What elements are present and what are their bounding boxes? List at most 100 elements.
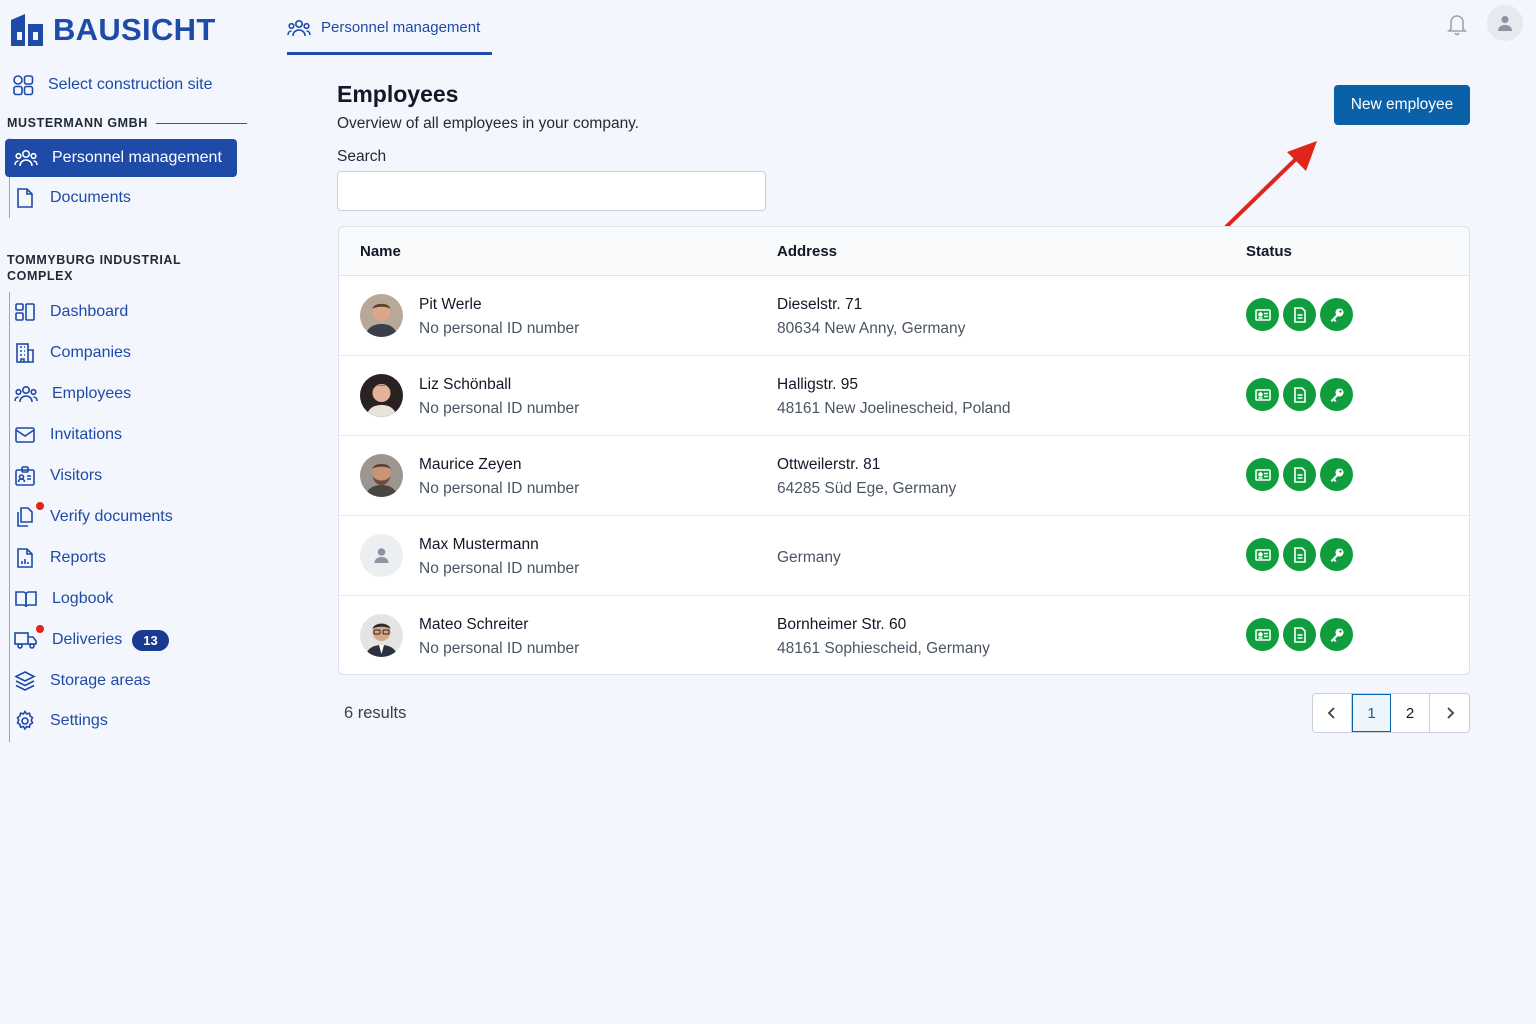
employee-id-text: No personal ID number: [419, 640, 580, 657]
users-icon: [14, 385, 38, 403]
person-photo: [360, 294, 403, 337]
address-line-2: 64285 Süd Ege, Germany: [777, 480, 957, 497]
tab-personnel-management[interactable]: Personnel management: [287, 14, 492, 55]
sidebar-item-personnel-management[interactable]: Personnel management: [5, 139, 237, 177]
sidebar-item-label: Storage areas: [50, 672, 151, 689]
document-status[interactable]: [1283, 298, 1316, 331]
bell-icon: [1447, 15, 1467, 36]
employee-avatar: [360, 454, 403, 497]
address-line-2: 80634 New Anny, Germany: [777, 320, 966, 337]
notification-dot: [36, 625, 44, 633]
dashboard-icon: [15, 303, 35, 321]
sidebar-item-companies[interactable]: Companies: [5, 334, 237, 372]
sidebar-item-settings[interactable]: Settings: [5, 702, 237, 740]
document-icon: [1293, 466, 1306, 483]
id-card-status[interactable]: [1246, 538, 1279, 571]
table-row[interactable]: Mateo Schreiter No personal ID number Bo…: [339, 596, 1469, 674]
key-icon: [1330, 308, 1343, 322]
sidebar-item-documents[interactable]: Documents: [5, 179, 237, 217]
key-status[interactable]: [1320, 378, 1353, 411]
id-card-icon: [1254, 468, 1271, 481]
employee-name[interactable]: Pit Werle: [419, 296, 482, 314]
status-icons: [1246, 298, 1353, 331]
documents-copy-icon: [17, 507, 33, 527]
table-row[interactable]: Maurice Zeyen No personal ID number Ottw…: [339, 436, 1469, 516]
id-card-icon: [1254, 308, 1271, 321]
address-line-1: Halligstr. 95: [777, 376, 858, 393]
sidebar-item-employees[interactable]: Employees: [5, 375, 237, 413]
key-status[interactable]: [1320, 538, 1353, 571]
document-status[interactable]: [1283, 458, 1316, 491]
company-heading: MUSTERMANN GMBH: [7, 115, 247, 131]
address-line-2: 48161 New Joelinescheid, Poland: [777, 400, 1011, 417]
users-icon: [287, 19, 311, 37]
select-construction-site-link[interactable]: Select construction site: [12, 74, 213, 96]
visitor-badge-icon: [15, 466, 35, 486]
previous-page-button[interactable]: [1313, 694, 1352, 732]
sidebar-item-label: Verify documents: [50, 508, 173, 525]
employee-avatar: [360, 614, 403, 657]
document-icon: [17, 188, 33, 208]
document-icon: [1293, 386, 1306, 403]
sidebar: BAUSICHT Select construction site MUSTER…: [0, 0, 260, 1024]
key-status[interactable]: [1320, 298, 1353, 331]
employee-name[interactable]: Max Mustermann: [419, 536, 539, 554]
document-status[interactable]: [1283, 378, 1316, 411]
employee-name[interactable]: Liz Schönball: [419, 376, 511, 394]
sidebar-item-storage-areas[interactable]: Storage areas: [5, 662, 237, 700]
key-status[interactable]: [1320, 458, 1353, 491]
key-icon: [1330, 388, 1343, 402]
page-button-1[interactable]: 1: [1352, 694, 1391, 732]
book-icon: [15, 591, 37, 608]
column-header-address[interactable]: Address: [777, 243, 837, 260]
document-status[interactable]: [1283, 538, 1316, 571]
employee-name[interactable]: Maurice Zeyen: [419, 456, 522, 474]
grid-icon: [13, 75, 34, 96]
column-header-name[interactable]: Name: [360, 243, 401, 260]
person-photo: [360, 454, 403, 497]
deliveries-count-badge: 13: [132, 629, 169, 651]
sidebar-item-label: Dashboard: [50, 303, 129, 320]
document-status[interactable]: [1283, 618, 1316, 651]
sidebar-item-label: Employees: [52, 385, 132, 402]
document-icon: [1293, 546, 1306, 563]
employee-id-text: No personal ID number: [419, 480, 580, 497]
column-header-status[interactable]: Status: [1246, 243, 1292, 260]
sidebar-item-logbook[interactable]: Logbook: [5, 580, 237, 618]
sidebar-item-label: Deliveries: [52, 631, 123, 648]
sidebar-item-verify-documents[interactable]: Verify documents: [5, 498, 237, 536]
site-heading: TOMMYBURG INDUSTRIAL COMPLEX: [7, 253, 182, 283]
sidebar-item-visitors[interactable]: Visitors: [5, 457, 237, 495]
next-page-button[interactable]: [1430, 694, 1469, 732]
table-row[interactable]: Pit Werle No personal ID number Dieselst…: [339, 276, 1469, 356]
table-row[interactable]: Liz Schönball No personal ID number Hall…: [339, 356, 1469, 436]
search-input[interactable]: [337, 171, 766, 211]
user-avatar-button[interactable]: [1487, 5, 1523, 41]
new-employee-button[interactable]: New employee: [1334, 85, 1470, 125]
sidebar-item-label: Visitors: [50, 467, 103, 484]
sidebar-item-dashboard[interactable]: Dashboard: [5, 293, 237, 331]
sidebar-item-invitations[interactable]: Invitations: [5, 416, 237, 454]
page-button-2[interactable]: 2: [1391, 694, 1430, 732]
gear-icon: [16, 710, 34, 731]
envelope-icon: [15, 427, 35, 443]
table-row[interactable]: Max Mustermann No personal ID number Ger…: [339, 516, 1469, 596]
id-card-status[interactable]: [1246, 298, 1279, 331]
id-card-status[interactable]: [1246, 378, 1279, 411]
user-avatar-icon: [1498, 16, 1512, 31]
employee-id-text: No personal ID number: [419, 560, 580, 577]
address-line-1: Ottweilerstr. 81: [777, 456, 881, 473]
address-line-1: Bornheimer Str. 60: [777, 616, 907, 633]
app-logo[interactable]: BAUSICHT: [9, 12, 216, 48]
tab-label: Personnel management: [321, 19, 481, 36]
id-card-status[interactable]: [1246, 618, 1279, 651]
key-status[interactable]: [1320, 618, 1353, 651]
sidebar-item-reports[interactable]: Reports: [5, 539, 237, 577]
logo-icon: [11, 14, 43, 46]
annotation-arrow: [1224, 141, 1317, 229]
employee-name[interactable]: Mateo Schreiter: [419, 616, 528, 634]
employee-avatar: [360, 374, 403, 417]
notifications-button[interactable]: [1446, 12, 1468, 41]
sidebar-item-deliveries[interactable]: Deliveries 13: [5, 621, 237, 659]
id-card-status[interactable]: [1246, 458, 1279, 491]
